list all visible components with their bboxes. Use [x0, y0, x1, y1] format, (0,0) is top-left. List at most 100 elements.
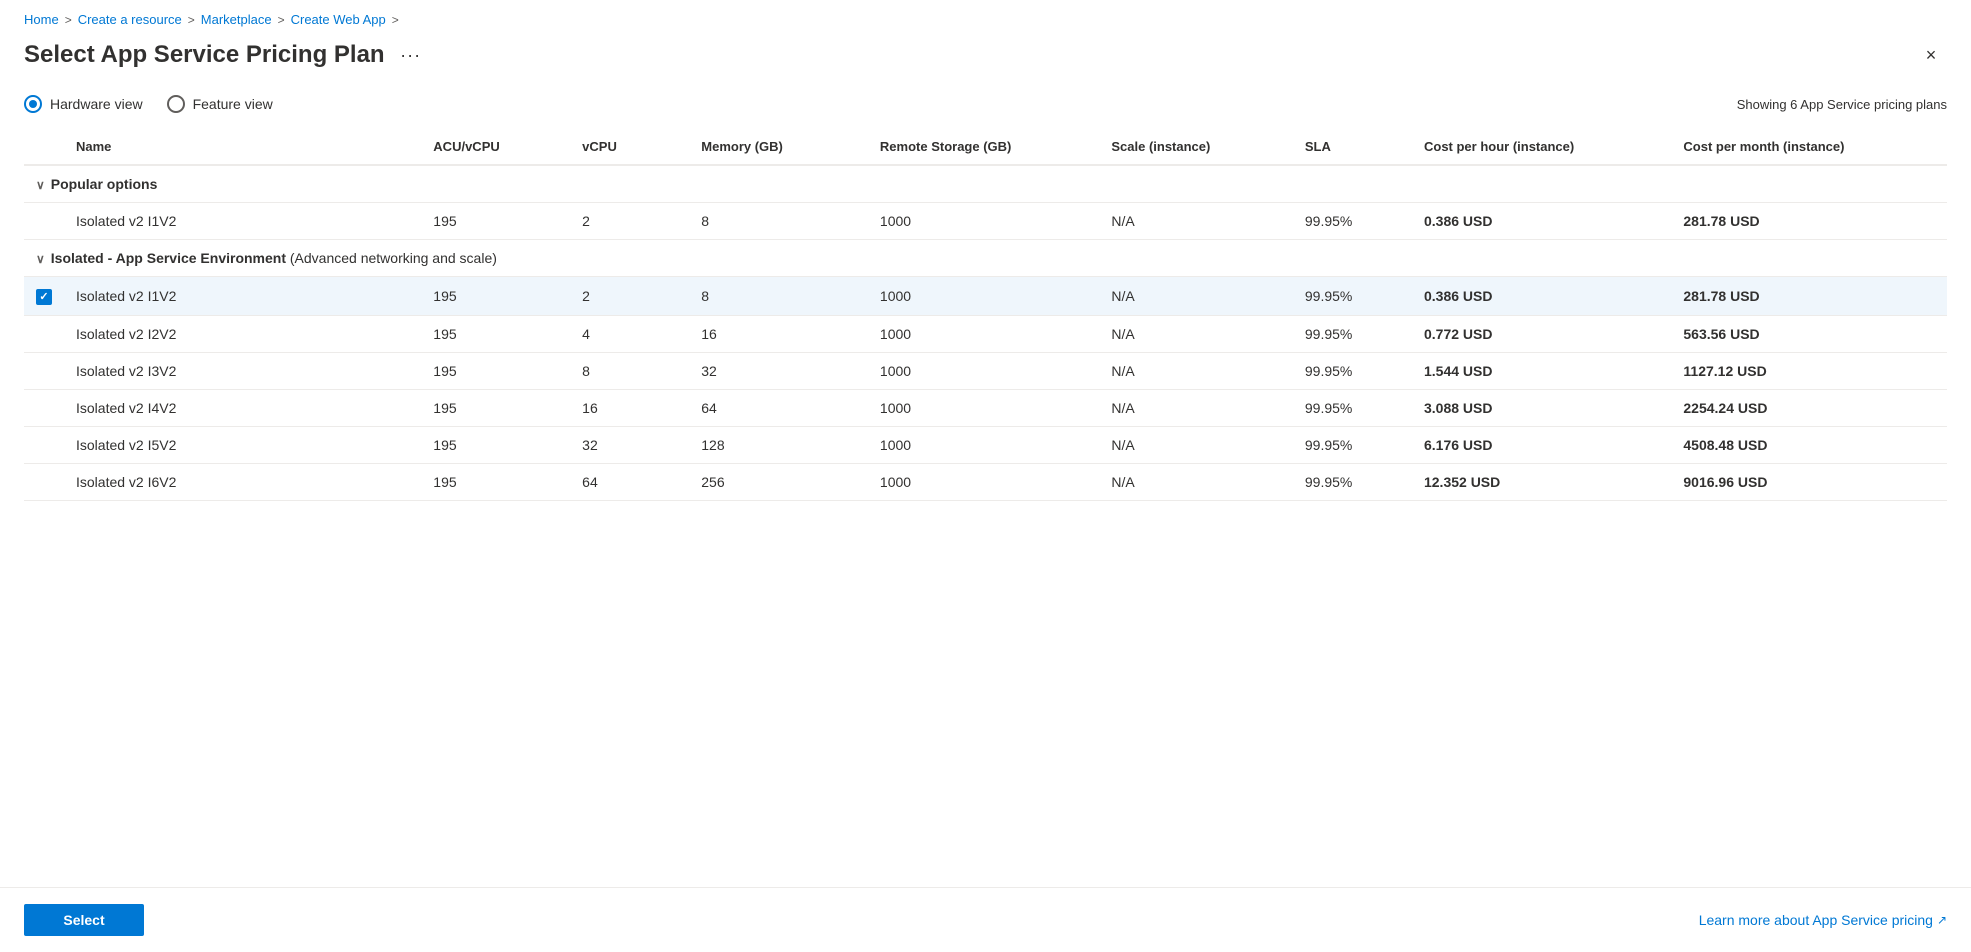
cell-scale-isolated-i6v2: N/A: [1099, 463, 1293, 500]
col-header-name: Name: [64, 129, 421, 165]
group-row-popular[interactable]: ∨Popular options: [24, 165, 1947, 203]
checkbox-cell-popular-i1v2[interactable]: [24, 203, 64, 240]
close-button[interactable]: ×: [1915, 39, 1947, 71]
cell-vcpu-isolated-i4v2: 16: [570, 389, 689, 426]
cell-cost_month-isolated-i5v2: 4508.48 USD: [1671, 426, 1947, 463]
breadcrumb-marketplace[interactable]: Marketplace: [201, 12, 272, 27]
group-label-isolated: ∨Isolated - App Service Environment (Adv…: [24, 240, 1947, 277]
cell-cost_month-popular-i1v2: 281.78 USD: [1671, 203, 1947, 240]
cell-scale-isolated-i1v2: N/A: [1099, 277, 1293, 316]
cell-vcpu-isolated-i6v2: 64: [570, 463, 689, 500]
cell-cost_hour-isolated-i1v2: 0.386 USD: [1412, 277, 1671, 316]
checkbox-checked-isolated-i1v2: [36, 289, 52, 305]
cell-acu-popular-i1v2: 195: [421, 203, 570, 240]
checkbox-cell-isolated-i4v2[interactable]: [24, 389, 64, 426]
cell-vcpu-isolated-i2v2: 4: [570, 315, 689, 352]
checkbox-cell-isolated-i6v2[interactable]: [24, 463, 64, 500]
cell-storage-isolated-i2v2: 1000: [868, 315, 1099, 352]
breadcrumb-sep-3: >: [278, 13, 285, 27]
checkbox-cell-isolated-i2v2[interactable]: [24, 315, 64, 352]
col-header-acu: ACU/vCPU: [421, 129, 570, 165]
col-header-scale: Scale (instance): [1099, 129, 1293, 165]
cell-name-isolated-i6v2: Isolated v2 I6V2: [64, 463, 421, 500]
cell-scale-isolated-i2v2: N/A: [1099, 315, 1293, 352]
table-row-isolated-i4v2[interactable]: Isolated v2 I4V219516641000N/A99.95%3.08…: [24, 389, 1947, 426]
col-header-cost-month: Cost per month (instance): [1671, 129, 1947, 165]
external-link-icon: ↗: [1937, 913, 1947, 927]
table-row-isolated-i2v2[interactable]: Isolated v2 I2V21954161000N/A99.95%0.772…: [24, 315, 1947, 352]
learn-more-text: Learn more about App Service pricing: [1699, 912, 1933, 928]
table-body: ∨Popular optionsIsolated v2 I1V219528100…: [24, 165, 1947, 500]
cell-vcpu-popular-i1v2: 2: [570, 203, 689, 240]
cell-sla-isolated-i1v2: 99.95%: [1293, 277, 1412, 316]
cell-memory-isolated-i3v2: 32: [689, 352, 868, 389]
cell-acu-isolated-i2v2: 195: [421, 315, 570, 352]
cell-name-isolated-i3v2: Isolated v2 I3V2: [64, 352, 421, 389]
pricing-table: Name ACU/vCPU vCPU Memory (GB) Remote St…: [24, 129, 1947, 501]
hardware-view-radio-circle: [24, 95, 42, 113]
col-header-vcpu: vCPU: [570, 129, 689, 165]
showing-count: Showing 6 App Service pricing plans: [1737, 97, 1947, 112]
cell-cost_hour-isolated-i6v2: 12.352 USD: [1412, 463, 1671, 500]
cell-cost_month-isolated-i3v2: 1127.12 USD: [1671, 352, 1947, 389]
hardware-view-label: Hardware view: [50, 96, 143, 112]
feature-view-radio[interactable]: Feature view: [167, 95, 273, 113]
cell-name-isolated-i1v2: Isolated v2 I1V2: [64, 277, 421, 316]
cell-acu-isolated-i4v2: 195: [421, 389, 570, 426]
cell-sla-isolated-i2v2: 99.95%: [1293, 315, 1412, 352]
cell-cost_hour-popular-i1v2: 0.386 USD: [1412, 203, 1671, 240]
cell-memory-isolated-i5v2: 128: [689, 426, 868, 463]
checkbox-cell-isolated-i3v2[interactable]: [24, 352, 64, 389]
group-row-isolated[interactable]: ∨Isolated - App Service Environment (Adv…: [24, 240, 1947, 277]
breadcrumb-create-web-app[interactable]: Create Web App: [291, 12, 386, 27]
table-row-isolated-i6v2[interactable]: Isolated v2 I6V2195642561000N/A99.95%12.…: [24, 463, 1947, 500]
cell-cost_month-isolated-i1v2: 281.78 USD: [1671, 277, 1947, 316]
breadcrumb-sep-4: >: [392, 13, 399, 27]
ellipsis-button[interactable]: ···: [397, 41, 425, 69]
cell-memory-isolated-i1v2: 8: [689, 277, 868, 316]
cell-acu-isolated-i6v2: 195: [421, 463, 570, 500]
cell-sla-isolated-i4v2: 99.95%: [1293, 389, 1412, 426]
select-button[interactable]: Select: [24, 904, 144, 936]
cell-memory-isolated-i4v2: 64: [689, 389, 868, 426]
table-row-isolated-i1v2[interactable]: Isolated v2 I1V2195281000N/A99.95%0.386 …: [24, 277, 1947, 316]
page-title: Select App Service Pricing Plan: [24, 41, 385, 69]
cell-vcpu-isolated-i3v2: 8: [570, 352, 689, 389]
cell-scale-isolated-i3v2: N/A: [1099, 352, 1293, 389]
cell-cost_month-isolated-i4v2: 2254.24 USD: [1671, 389, 1947, 426]
breadcrumb-sep-1: >: [65, 13, 72, 27]
chevron-icon-isolated: ∨: [36, 252, 45, 266]
breadcrumb-create-resource[interactable]: Create a resource: [78, 12, 182, 27]
checkbox-cell-isolated-i1v2[interactable]: [24, 277, 64, 316]
cell-acu-isolated-i3v2: 195: [421, 352, 570, 389]
cell-name-isolated-i2v2: Isolated v2 I2V2: [64, 315, 421, 352]
breadcrumb-sep-2: >: [188, 13, 195, 27]
cell-memory-popular-i1v2: 8: [689, 203, 868, 240]
col-header-sla: SLA: [1293, 129, 1412, 165]
learn-more-link[interactable]: Learn more about App Service pricing ↗: [1699, 912, 1947, 928]
table-row-isolated-i3v2[interactable]: Isolated v2 I3V21958321000N/A99.95%1.544…: [24, 352, 1947, 389]
page-container: Home > Create a resource > Marketplace >…: [0, 0, 1971, 952]
group-label-popular: ∨Popular options: [24, 165, 1947, 203]
cell-vcpu-isolated-i1v2: 2: [570, 277, 689, 316]
page-header: Select App Service Pricing Plan ··· ×: [0, 31, 1971, 87]
breadcrumb-home[interactable]: Home: [24, 12, 59, 27]
table-header-row: Name ACU/vCPU vCPU Memory (GB) Remote St…: [24, 129, 1947, 165]
cell-scale-isolated-i5v2: N/A: [1099, 426, 1293, 463]
table-row-isolated-i5v2[interactable]: Isolated v2 I5V2195321281000N/A99.95%6.1…: [24, 426, 1947, 463]
cell-storage-isolated-i6v2: 1000: [868, 463, 1099, 500]
hardware-view-radio[interactable]: Hardware view: [24, 95, 143, 113]
cell-memory-isolated-i6v2: 256: [689, 463, 868, 500]
footer: Select Learn more about App Service pric…: [0, 887, 1971, 952]
checkbox-cell-isolated-i5v2[interactable]: [24, 426, 64, 463]
cell-cost_hour-isolated-i4v2: 3.088 USD: [1412, 389, 1671, 426]
cell-storage-isolated-i1v2: 1000: [868, 277, 1099, 316]
cell-storage-popular-i1v2: 1000: [868, 203, 1099, 240]
page-title-row: Select App Service Pricing Plan ···: [24, 41, 425, 69]
cell-vcpu-isolated-i5v2: 32: [570, 426, 689, 463]
table-row-popular-i1v2[interactable]: Isolated v2 I1V2195281000N/A99.95%0.386 …: [24, 203, 1947, 240]
cell-acu-isolated-i1v2: 195: [421, 277, 570, 316]
cell-acu-isolated-i5v2: 195: [421, 426, 570, 463]
table-container: Name ACU/vCPU vCPU Memory (GB) Remote St…: [0, 129, 1971, 887]
cell-sla-isolated-i3v2: 99.95%: [1293, 352, 1412, 389]
